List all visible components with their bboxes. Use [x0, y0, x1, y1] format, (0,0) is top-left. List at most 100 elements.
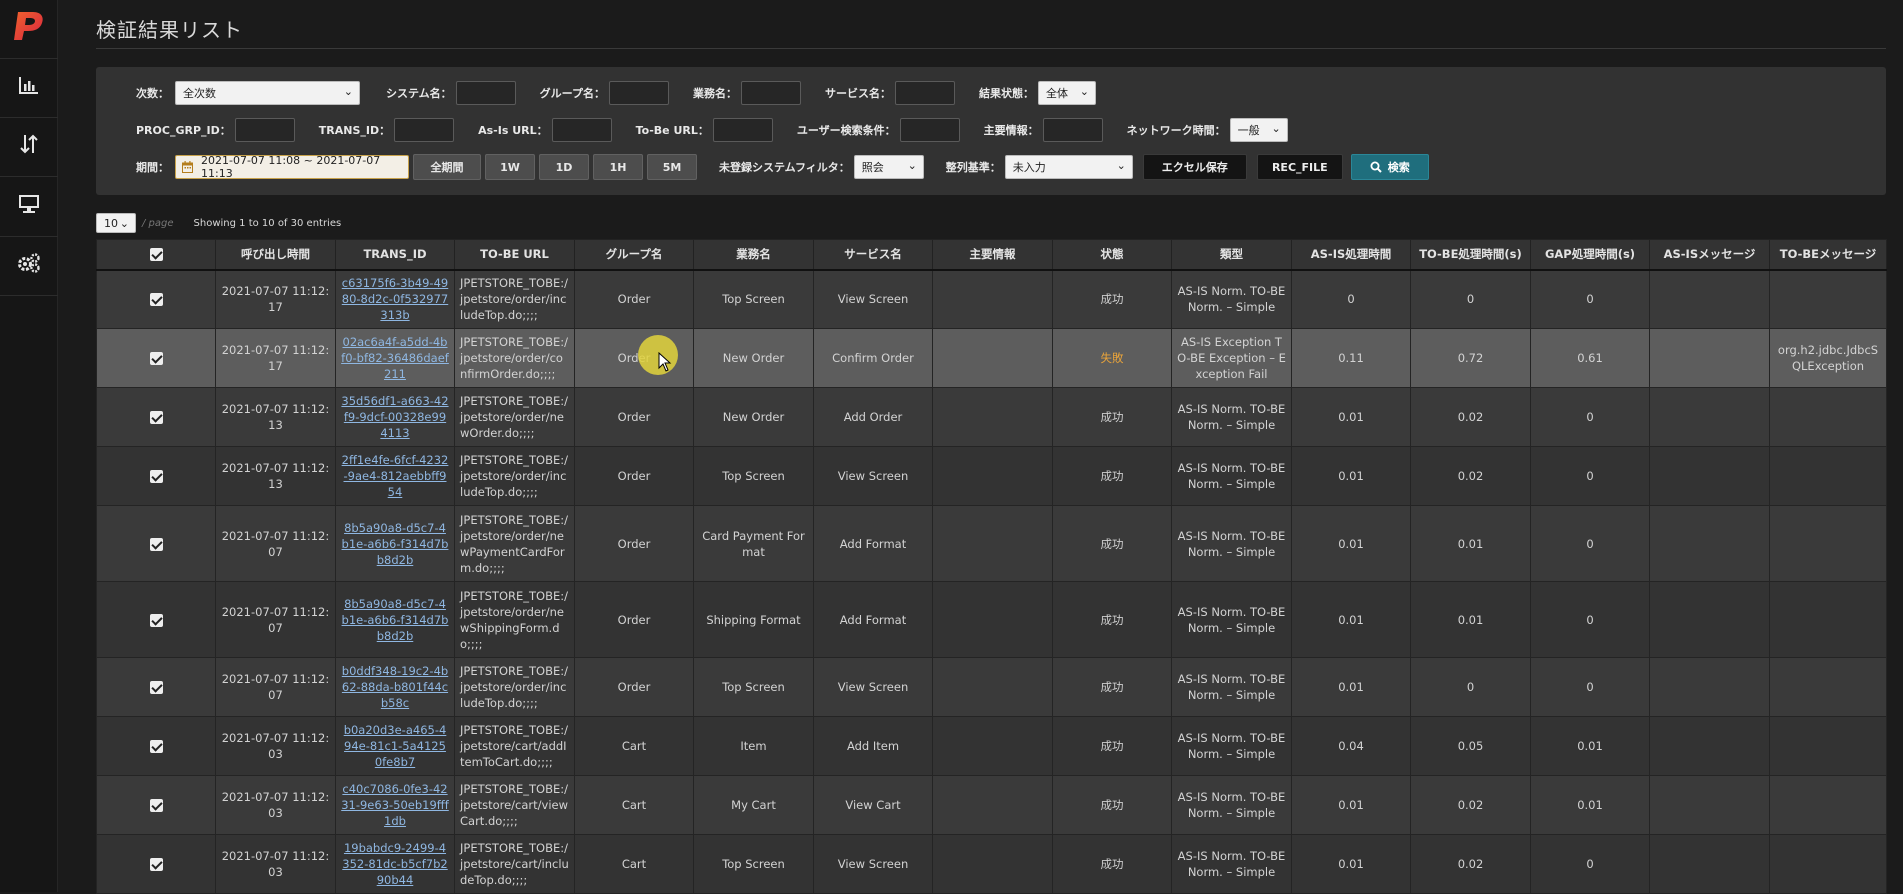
table-row[interactable]: 2021-07-07 11:12:07 8b5a90a8-d5c7-4b1e-a6… — [96, 505, 1887, 582]
table-row[interactable]: 2021-07-07 11:12:13 2ff1e4fe-6fcf-4232-9a… — [96, 446, 1887, 506]
row-select-cell[interactable] — [96, 446, 216, 506]
bar-chart-icon[interactable] — [13, 69, 45, 101]
rec-file-button[interactable]: REC_FILE — [1256, 154, 1343, 180]
row-select-cell[interactable] — [96, 657, 216, 717]
trans-id-link[interactable]: c40c7086-0fe3-4231-9e63-50eb19fff1db — [335, 775, 455, 835]
gears-icon[interactable] — [13, 247, 45, 279]
column-header[interactable]: 類型 — [1171, 239, 1292, 271]
column-header[interactable]: GAP処理時間(s) — [1530, 239, 1650, 271]
app-logo[interactable] — [9, 6, 47, 44]
trans-id-link[interactable]: b0ddf348-19c2-4b62-88da-b801f44cb58c — [335, 657, 455, 717]
column-header[interactable]: 主要情報 — [932, 239, 1053, 271]
row-select-cell[interactable] — [96, 716, 216, 776]
period-1d-button[interactable]: 1D — [539, 154, 589, 180]
table-row[interactable]: 2021-07-07 11:12:03 c40c7086-0fe3-4231-9e… — [96, 775, 1887, 835]
table-row[interactable]: 2021-07-07 11:12:07 b0ddf348-19c2-4b62-88… — [96, 657, 1887, 717]
column-header[interactable]: AS-ISメッセージ — [1649, 239, 1770, 271]
table-row[interactable]: 2021-07-07 11:12:07 8b5a90a8-d5c7-4b1e-a6… — [96, 581, 1887, 658]
row-checkbox[interactable] — [149, 681, 163, 694]
system-name-input[interactable] — [455, 81, 516, 105]
select-all-header[interactable] — [96, 239, 216, 271]
trans-id-link[interactable]: 35d56df1-a663-42f9-9dcf-00328e994113 — [335, 387, 455, 447]
trans-id-link[interactable]: 8b5a90a8-d5c7-4b1e-a6b6-f314d7bb8d2b — [335, 505, 455, 582]
sort-criteria-select[interactable]: 未入力 ⌄ — [1004, 155, 1133, 179]
degree-select[interactable]: 全次数 ⌄ — [175, 81, 360, 105]
trans-id-link[interactable]: 2ff1e4fe-6fcf-4232-9ae4-812aebbff954 — [335, 446, 455, 506]
table-row[interactable]: 2021-07-07 11:12:17 c63175f6-3b49-4980-8d… — [96, 269, 1887, 329]
trans-id-link[interactable]: b0a20d3e-a465-494e-81c1-5a41250fe8b7 — [335, 716, 455, 776]
main-info-cell — [932, 328, 1053, 388]
period-1h-button[interactable]: 1H — [593, 154, 643, 180]
tobe-time-cell: 0 — [1410, 269, 1531, 329]
period-1w-button[interactable]: 1W — [485, 154, 535, 180]
proc-grp-id-input[interactable] — [234, 118, 295, 142]
select-all-checkbox[interactable] — [149, 248, 163, 262]
column-header[interactable]: サービス名 — [813, 239, 933, 271]
asis-url-input[interactable] — [551, 118, 612, 142]
column-header[interactable]: 状態 — [1052, 239, 1172, 271]
row-select-cell[interactable] — [96, 505, 216, 582]
business-name-cell: Item — [693, 716, 814, 776]
unregistered-filter-select[interactable]: 照会 ⌄ — [853, 155, 924, 179]
row-checkbox[interactable] — [149, 293, 163, 307]
type-cell: AS-IS Exception TO-BE Exception – Except… — [1171, 328, 1292, 388]
table-row[interactable]: 2021-07-07 11:12:03 b0a20d3e-a465-494e-81… — [96, 716, 1887, 776]
row-select-cell[interactable] — [96, 775, 216, 835]
row-checkbox[interactable] — [149, 411, 163, 424]
column-header[interactable]: 呼び出し時間 — [215, 239, 336, 271]
page-size-select[interactable]: 10 ⌄ — [96, 213, 136, 233]
column-header[interactable]: TO-BE URL — [454, 239, 575, 271]
date-range-picker[interactable]: 2021-07-07 11:08 ~ 2021-07-07 11:13 — [175, 154, 409, 180]
asis-message-cell — [1649, 387, 1770, 447]
call-time-cell: 2021-07-07 11:12:07 — [215, 581, 336, 658]
row-select-cell[interactable] — [96, 328, 216, 388]
service-name-cell: View Screen — [813, 446, 933, 506]
monitor-icon[interactable] — [13, 188, 45, 220]
period-all-button[interactable]: 全期間 — [413, 154, 481, 180]
unregistered-filter-value: 照会 — [861, 161, 884, 174]
column-header[interactable]: TO-BE処理時間(s) — [1410, 239, 1531, 271]
row-checkbox[interactable] — [149, 858, 163, 871]
main-info-input[interactable] — [1042, 118, 1103, 142]
group-name-input[interactable] — [609, 81, 670, 105]
tobe-time-cell: 0.02 — [1410, 775, 1531, 835]
row-select-cell[interactable] — [96, 581, 216, 658]
row-select-cell[interactable] — [96, 834, 216, 894]
result-status-select[interactable]: 全体 ⌄ — [1038, 81, 1097, 105]
column-header[interactable]: AS-IS処理時間 — [1291, 239, 1411, 271]
row-checkbox[interactable] — [149, 537, 163, 551]
sort-icon[interactable] — [13, 128, 45, 160]
service-name-input[interactable] — [895, 81, 956, 105]
row-checkbox[interactable] — [149, 740, 163, 753]
table-row[interactable]: 2021-07-07 11:12:13 35d56df1-a663-42f9-9d… — [96, 387, 1887, 447]
row-checkbox[interactable] — [149, 799, 163, 812]
column-header[interactable]: TRANS_ID — [335, 239, 455, 271]
row-checkbox[interactable] — [149, 613, 163, 627]
trans-id-link[interactable]: c63175f6-3b49-4980-8d2c-0f532977313b — [335, 269, 455, 329]
network-time-select[interactable]: 一般 ⌄ — [1229, 118, 1288, 142]
table-row[interactable]: 2021-07-07 11:12:17 02ac6a4f-a5dd-4bf0-bf… — [96, 328, 1887, 388]
table-row[interactable]: 2021-07-07 11:12:03 19babdc9-2499-4352-81… — [96, 834, 1887, 894]
column-header[interactable]: グループ名 — [574, 239, 694, 271]
column-header[interactable]: TO-BEメッセージ — [1769, 239, 1887, 271]
trans-id-input[interactable] — [394, 118, 455, 142]
period-5m-button[interactable]: 5M — [647, 154, 697, 180]
asis-message-cell — [1649, 775, 1770, 835]
tobe-url-input[interactable] — [712, 118, 773, 142]
service-name-cell: Add Format — [813, 581, 933, 658]
row-select-cell[interactable] — [96, 269, 216, 329]
excel-save-button[interactable]: エクセル保存 — [1142, 154, 1247, 180]
search-button[interactable]: 検索 — [1350, 154, 1429, 180]
call-time-cell: 2021-07-07 11:12:17 — [215, 328, 336, 388]
tobe-url-cell: JPETSTORE_TOBE:/jpetstore/order/includeT… — [454, 446, 575, 506]
trans-id-link[interactable]: 19babdc9-2499-4352-81dc-b5cf7b290b44 — [335, 834, 455, 894]
trans-id-link[interactable]: 8b5a90a8-d5c7-4b1e-a6b6-f314d7bb8d2b — [335, 581, 455, 658]
column-header[interactable]: 業務名 — [693, 239, 814, 271]
business-name-input[interactable] — [741, 81, 802, 105]
row-checkbox[interactable] — [149, 470, 163, 483]
row-select-cell[interactable] — [96, 387, 216, 447]
user-search-input[interactable] — [899, 118, 960, 142]
trans-id-link[interactable]: 02ac6a4f-a5dd-4bf0-bf82-36486daef211 — [335, 328, 455, 388]
page-title: 検証結果リスト — [96, 18, 243, 42]
row-checkbox[interactable] — [149, 352, 163, 365]
